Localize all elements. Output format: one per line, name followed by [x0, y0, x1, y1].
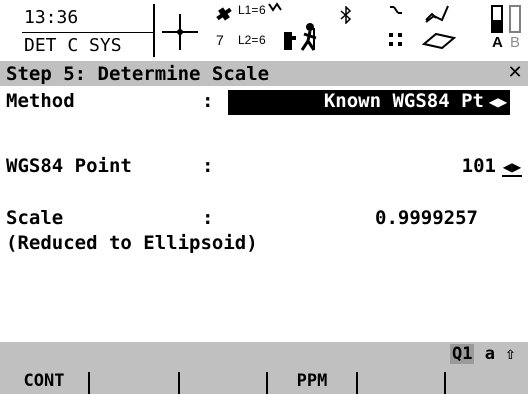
l1-count: 6 [259, 3, 266, 17]
battery-a-label: A [492, 34, 503, 51]
coordinate-system-label: DET C SYS [24, 35, 122, 56]
dialog-title-bar: Step 5: Determine Scale ✕ [0, 61, 528, 86]
l1-label: L1= [238, 3, 259, 17]
method-value: Known WGS84 Pt [323, 90, 484, 112]
left-right-arrows-icon[interactable]: ◀▶ [502, 157, 522, 177]
satellite-icon [216, 7, 232, 21]
method-label: Method [6, 90, 75, 112]
left-right-arrows-icon[interactable]: ◀▶ [488, 92, 508, 112]
input-mode-indicator: Q1 a ⇧ [450, 342, 528, 366]
l2-label: L2= [238, 33, 259, 47]
clock-divider [22, 32, 154, 33]
shift-icon: ⇧ [505, 344, 516, 364]
signal-icon [268, 2, 282, 12]
case-label: a [484, 344, 495, 364]
radio-link-icon [389, 33, 402, 46]
close-button[interactable]: ✕ [506, 63, 524, 83]
method-select[interactable]: Known WGS84 Pt ◀▶ [228, 90, 510, 115]
method-separator: : [202, 90, 214, 112]
status-bar: 13:36 DET C SYS L1= 6 7 L2= 6 A B [0, 0, 528, 61]
bluetooth-icon [340, 6, 352, 24]
scale-note-row: (Reduced to Ellipsoid) [6, 232, 522, 258]
storage-icon [422, 32, 456, 50]
clock-time: 13:36 [24, 7, 79, 28]
quick-code-label: Q1 [450, 344, 475, 364]
scale-value: 0.9999257 [375, 207, 478, 229]
scale-label: Scale [6, 207, 64, 229]
l2-count: 6 [259, 33, 266, 47]
fkey-f2-button[interactable] [90, 368, 178, 394]
page-title: Step 5: Determine Scale [6, 63, 270, 85]
rover-icon [284, 23, 317, 51]
scale-note: (Reduced to Ellipsoid) [6, 232, 258, 254]
method-row: Method : Known WGS84 Pt ◀▶ [6, 90, 522, 116]
crosshair-icon [162, 14, 198, 50]
radio-icon [390, 6, 402, 14]
fkey-ppm-button[interactable]: PPM [268, 368, 356, 394]
fkey-f3-button[interactable] [180, 368, 268, 394]
scale-separator: : [202, 207, 214, 229]
scale-row: Scale : 0.9999257 [6, 207, 522, 233]
fkey-f6-button[interactable] [446, 368, 528, 394]
wgs84-point-row: WGS84 Point : 101 ◀▶ [6, 155, 522, 181]
fkey-cont-button[interactable]: CONT [0, 368, 88, 394]
wgs84-point-label: WGS84 Point [6, 155, 132, 177]
visible-satellites-count: 7 [216, 32, 224, 48]
clock-panel: 13:36 DET C SYS [14, 4, 154, 56]
fkey-f5-button[interactable] [358, 368, 446, 394]
function-key-bar: CONT PPM [0, 366, 528, 394]
input-status-line: Q1 a ⇧ [0, 342, 528, 366]
close-icon: ✕ [507, 62, 523, 83]
status-divider [153, 4, 155, 57]
wgs84-point-value[interactable]: 101 [462, 155, 496, 177]
battery-b-label: B [510, 34, 521, 51]
wgs84-point-separator: : [202, 155, 214, 177]
memory-card-icon [425, 5, 449, 23]
